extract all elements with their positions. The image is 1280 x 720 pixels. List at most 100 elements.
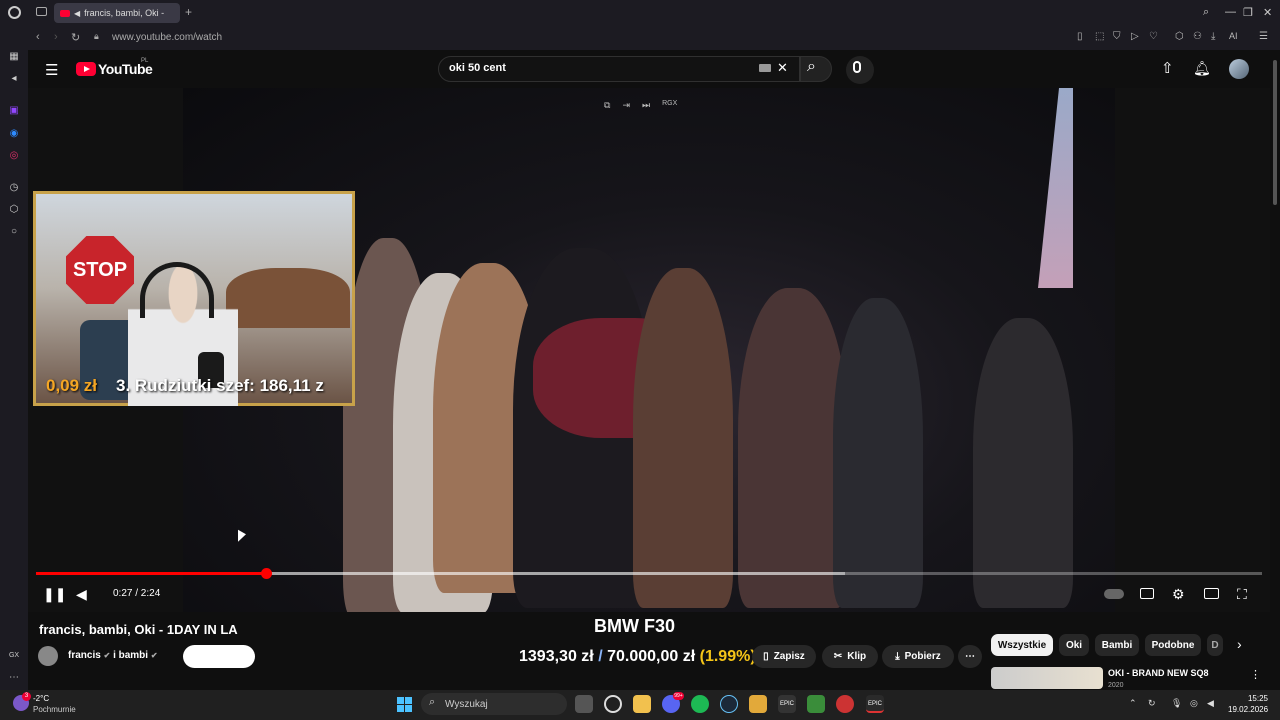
maximize-icon[interactable]: ❐ (1243, 6, 1253, 19)
bookmark-page-icon[interactable]: ▯ (1077, 31, 1083, 42)
speaker-icon[interactable]: ◀ (74, 9, 80, 18)
upload-icon[interactable]: ⇧ (1161, 59, 1174, 77)
tab-youtube[interactable]: ◀ francis, bambi, Oki - (54, 3, 180, 23)
chip-similar[interactable]: Podobne (1145, 634, 1201, 656)
tray-sync-icon[interactable]: ↻ (1148, 698, 1156, 709)
page-scrollbar[interactable] (1273, 60, 1277, 205)
file-explorer-icon[interactable] (633, 695, 651, 713)
goal-title: BMW F30 (594, 616, 675, 636)
save-button[interactable]: ▯ Zapisz (752, 645, 816, 668)
sidebar-gx-label[interactable]: GX (7, 649, 21, 663)
donation-amount: 0,09 zł (46, 376, 98, 395)
start-button[interactable] (397, 697, 412, 712)
heart-icon[interactable]: ♡ (1149, 31, 1158, 42)
taskbar-search[interactable]: ⌕ Wyszukaj (421, 693, 567, 715)
task-view-icon[interactable] (575, 695, 593, 713)
account-avatar[interactable] (1229, 59, 1249, 79)
chip-more[interactable]: D (1207, 634, 1223, 656)
sidebar-more-icon[interactable]: ⋯ (7, 671, 21, 685)
new-tab-button[interactable]: + (185, 5, 192, 19)
clear-search-icon[interactable]: ✕ (777, 60, 788, 76)
extensions-icon[interactable]: ⬡ (1175, 31, 1184, 42)
menu-icon[interactable]: ☰ (1259, 31, 1268, 42)
volume-button[interactable]: ◀︎ (76, 586, 87, 603)
chips-next-icon[interactable]: › (1237, 636, 1242, 652)
recommendation-thumbnail[interactable] (991, 667, 1103, 689)
channel-avatar[interactable] (38, 646, 58, 666)
clock-date[interactable]: 19.02.2026 (1228, 705, 1268, 714)
skip-icon[interactable]: ⏭ (642, 100, 650, 111)
top-donor-line: 3. Rudziutki szef: 186,11 z (116, 376, 324, 395)
more-actions-button[interactable]: ⋯ (958, 645, 982, 668)
adblock-shield-icon[interactable]: ⛉ (1113, 31, 1121, 42)
sidebar-settings-icon[interactable]: ○ (7, 225, 21, 239)
tab-switcher-icon[interactable] (36, 7, 47, 16)
progress-bar[interactable] (36, 568, 1262, 579)
tray-chevron-icon[interactable]: ⌃ (1129, 698, 1137, 709)
twitch-icon[interactable]: ▣ (7, 104, 21, 118)
tray-mic-icon[interactable]: 🎙︎ (1171, 698, 1182, 709)
sidebar-history-icon[interactable]: ◷ (7, 181, 21, 195)
search-icon: ⌕ (429, 696, 436, 708)
chip-oki[interactable]: Oki (1059, 634, 1089, 656)
player-icon[interactable]: ▷ (1131, 31, 1139, 42)
search-query[interactable]: oki 50 cent (449, 62, 506, 74)
epic-games-icon[interactable]: EPIC (778, 695, 796, 713)
profile-icon[interactable]: ⚇ (1193, 31, 1202, 42)
instagram-icon[interactable]: ◎ (7, 149, 21, 163)
keyboard-icon[interactable] (759, 64, 771, 72)
steam-icon[interactable] (720, 695, 738, 713)
reload-icon[interactable]: ↻ (71, 31, 80, 44)
channel-name-francis[interactable]: francis (68, 650, 101, 661)
cast-icon[interactable]: ⇥ (622, 100, 630, 111)
chip-all[interactable]: Wszystkie (991, 634, 1053, 656)
close-window-icon[interactable]: ✕ (1263, 6, 1272, 19)
clip-button[interactable]: ✂ Klip (822, 645, 878, 668)
search-button[interactable] (800, 56, 832, 82)
opera-gx-icon[interactable] (604, 695, 622, 713)
fullscreen-icon[interactable]: ⛶ (1237, 586, 1247, 603)
theater-mode-button[interactable] (1204, 588, 1219, 599)
notifications-bell-icon[interactable]: 🔔︎ (1193, 60, 1211, 77)
app-icon-red[interactable] (836, 695, 854, 713)
weather-temperature[interactable]: -2°C (33, 694, 49, 703)
channel-name[interactable]: francis ✔ i bambi ✔ (68, 650, 158, 661)
channel-name-bambi[interactable]: i bambi (113, 650, 148, 661)
tray-network-icon[interactable]: ◎ (1190, 698, 1198, 709)
download-button[interactable]: ⤓ Pobierz (882, 645, 954, 668)
weather-description[interactable]: Pochmurnie (33, 705, 76, 714)
opera-logo-icon[interactable] (8, 6, 21, 19)
spotify-icon[interactable] (691, 695, 709, 713)
progress-scrubber[interactable] (260, 568, 272, 579)
aria-ai-icon[interactable]: AI (1229, 31, 1238, 41)
forward-icon[interactable]: › (54, 31, 58, 43)
url-field[interactable]: www.youtube.com/watch (112, 32, 222, 43)
minimize-icon[interactable]: — (1225, 6, 1236, 18)
hamburger-menu-icon[interactable]: ☰ (45, 61, 58, 79)
snapshot-icon[interactable]: ⬚ (1095, 31, 1104, 42)
sidebar-extensions-icon[interactable]: ⬡ (7, 203, 21, 217)
settings-gear-icon[interactable]: ⚙ (1172, 586, 1185, 603)
lock-icon: 🔒︎ (94, 31, 99, 41)
rgx-label[interactable]: RGX (662, 100, 677, 111)
recommendation-title[interactable]: OKI - BRAND NEW SQ8 (1108, 668, 1209, 678)
tray-volume-icon[interactable]: ◀︎ (1207, 698, 1214, 709)
downloads-icon[interactable]: ⤓ (1211, 31, 1215, 42)
pause-button[interactable]: ❚❚ (43, 586, 66, 603)
messenger-icon[interactable]: ◉ (7, 127, 21, 141)
search-tabs-icon[interactable]: ⌕ (1203, 6, 1209, 19)
subscribe-button[interactable] (183, 645, 255, 668)
recommendation-menu-icon[interactable]: ⋮ (1250, 668, 1261, 681)
clock-time[interactable]: 15:25 (1234, 694, 1268, 703)
chip-bambi[interactable]: Bambi (1095, 634, 1139, 656)
sidebar-workspace-icon[interactable]: ▦ (7, 50, 21, 64)
app-icon-flame[interactable] (749, 695, 767, 713)
youtube-logo-icon[interactable] (76, 62, 96, 76)
subtitles-button[interactable] (1140, 588, 1154, 599)
back-icon[interactable]: ‹ (36, 31, 40, 43)
sidebar-flow-icon[interactable]: ◂ (7, 72, 21, 86)
autoplay-toggle[interactable] (1104, 589, 1124, 599)
minecraft-icon[interactable] (807, 695, 825, 713)
popout-icon[interactable]: ⧉ (604, 100, 610, 111)
epic-games-launcher-icon[interactable]: EPIC (866, 695, 884, 713)
